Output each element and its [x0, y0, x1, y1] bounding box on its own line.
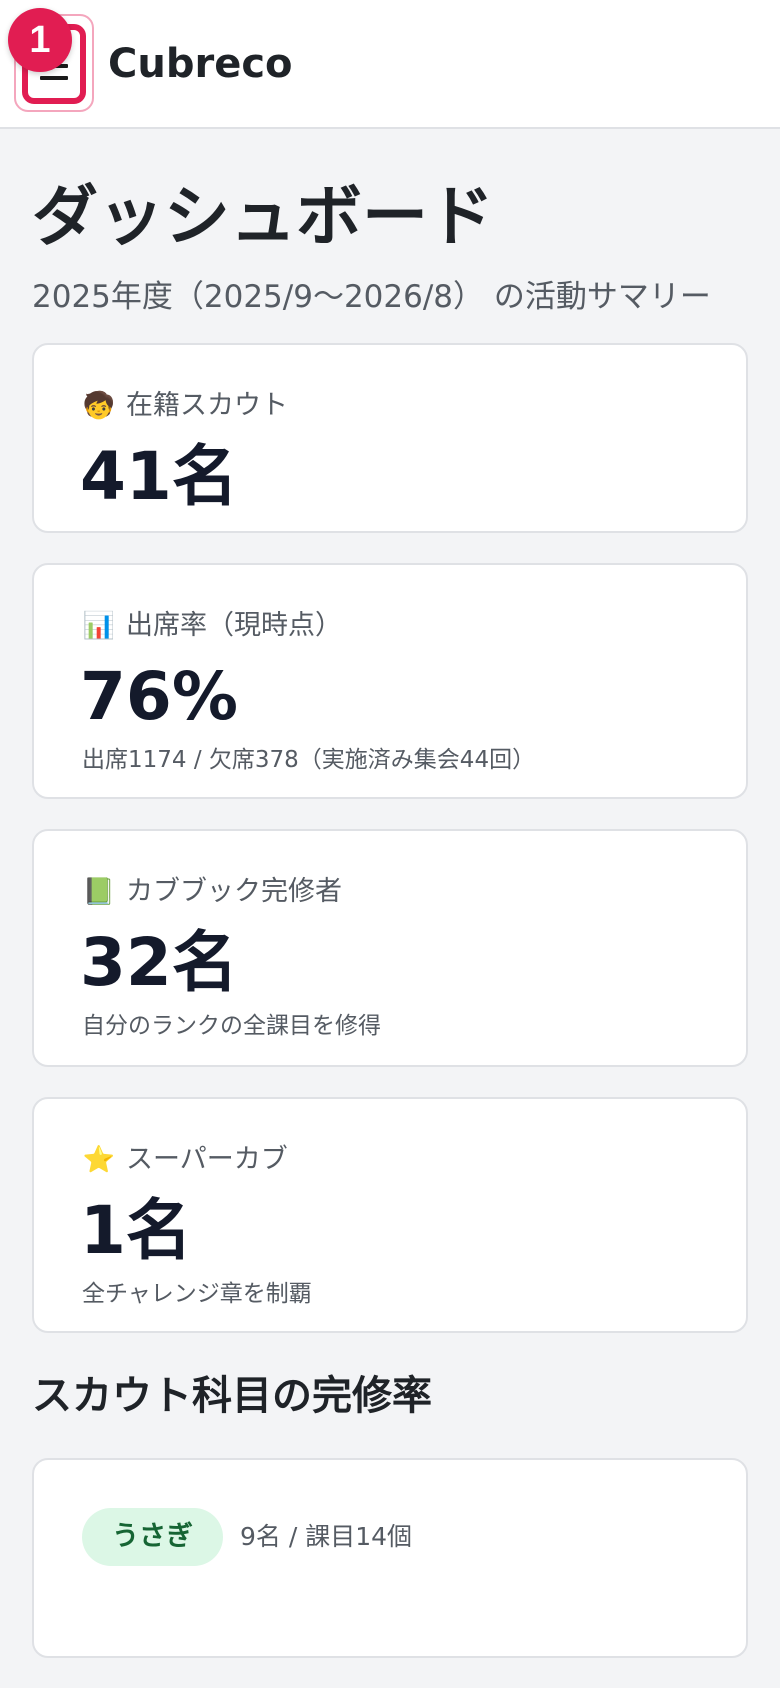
- stat-card-label: 出席率（現時点）: [126, 610, 342, 641]
- page-subtitle: 2025年度（2025/9〜2026/8） の活動サマリー: [32, 279, 711, 315]
- stat-card-label-row: 🧒 在籍スカウト: [82, 389, 288, 423]
- stat-card-label: 在籍スカウト: [126, 390, 288, 421]
- stat-card-label-row: ⭐ スーパーカブ: [82, 1143, 288, 1177]
- rank-card-usagi[interactable]: うさぎ 9名 / 課目14個: [32, 1458, 748, 1658]
- stat-card-attendance-rate: 📊 出席率（現時点） 76% 出席1174 / 欠席378（実施済み集会44回）: [32, 563, 748, 799]
- stat-card-note: 自分のランクの全課目を修得: [82, 1013, 381, 1039]
- section-title-completion-rate: スカウト科目の完修率: [32, 1373, 432, 1419]
- stat-card-label: カブブック完修者: [126, 876, 342, 907]
- rank-badge: うさぎ: [82, 1508, 223, 1566]
- stat-card-super-cub: ⭐ スーパーカブ 1名 全チャレンジ章を制覇: [32, 1097, 748, 1333]
- person-icon: 🧒: [82, 391, 116, 421]
- step-badge: 1: [8, 8, 72, 72]
- stat-card-enrolled-scouts: 🧒 在籍スカウト 41名: [32, 343, 748, 533]
- app-title[interactable]: Cubreco: [108, 40, 293, 88]
- page-title: ダッシュボード: [32, 178, 494, 255]
- stat-card-value: 41名: [80, 438, 238, 515]
- menu-bar-bottom: [40, 76, 68, 80]
- stat-card-value: 76%: [80, 658, 238, 735]
- rank-meta: 9名 / 課目14個: [240, 1522, 413, 1551]
- star-icon: ⭐: [82, 1145, 116, 1175]
- stat-card-value: 32名: [80, 924, 238, 1001]
- stat-card-label-row: 📊 出席率（現時点）: [82, 609, 342, 643]
- stat-card-note: 出席1174 / 欠席378（実施済み集会44回）: [82, 747, 536, 773]
- app-header: 1 Cubreco: [0, 0, 780, 129]
- stat-card-label-row: 📗 カブブック完修者: [82, 875, 342, 909]
- stat-card-cubbook-completed: 📗 カブブック完修者 32名 自分のランクの全課目を修得: [32, 829, 748, 1067]
- stat-card-value: 1名: [80, 1192, 192, 1269]
- stat-card-note: 全チャレンジ章を制覇: [82, 1281, 312, 1307]
- green-book-icon: 📗: [82, 877, 116, 907]
- bar-chart-icon: 📊: [82, 611, 116, 641]
- stat-card-label: スーパーカブ: [126, 1144, 288, 1175]
